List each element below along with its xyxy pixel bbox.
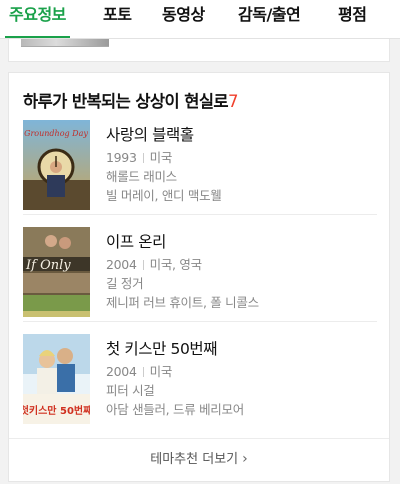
tab-director-cast[interactable]: 감독/출연	[238, 0, 301, 38]
previous-thumbnail[interactable]	[21, 39, 109, 47]
chevron-right-icon: ›	[242, 451, 248, 467]
more-label: 테마추천 더보기	[150, 452, 239, 467]
tab-bar: 주요정보 포토 동영상 감독/출연 평점	[0, 0, 400, 39]
movie-title[interactable]: 사랑의 블랙홀	[106, 123, 222, 147]
tab-main-info[interactable]: 주요정보	[5, 0, 70, 38]
poster-text: Groundhog Day	[24, 129, 88, 138]
movie-item[interactable]: Groundhog Day 사랑의 블랙홀 1993 미국 해롤드 래미스 빌 머…	[23, 120, 377, 215]
movie-item[interactable]: 첫키스만 50번째 첫 키스만 50번째 2004 미국 피터 시걸 아담 샌들러…	[23, 334, 377, 429]
movie-poster[interactable]: If Only	[23, 227, 90, 317]
poster-50-first-dates: 첫키스만 50번째	[23, 334, 90, 424]
movie-title[interactable]: 첫 키스만 50번째	[106, 337, 244, 361]
movie-year-country: 2004 미국	[106, 364, 173, 379]
tab-rating[interactable]: 평점	[338, 0, 367, 38]
movie-poster[interactable]: Groundhog Day	[23, 120, 90, 210]
theme-count: 7	[227, 92, 239, 111]
theme-title-text: 하루가 반복되는 상상이 현실로	[23, 92, 229, 111]
movie-title[interactable]: 이프 온리	[106, 230, 259, 254]
poster-groundhog-day: Groundhog Day	[23, 120, 90, 210]
poster-text: If Only	[25, 258, 71, 273]
theme-recommendation-card: 하루가 반복되는 상상이 현실로7 Groundhog Day 사랑의 블랙홀	[8, 72, 390, 482]
poster-text: 첫키스만 50번째	[23, 404, 90, 417]
movie-cast: 제니퍼 러브 휴이트, 폴 니콜스	[106, 295, 259, 310]
movie-year-country: 2004 미국, 영국	[106, 257, 202, 272]
movie-poster[interactable]: 첫키스만 50번째	[23, 334, 90, 424]
movie-director: 피터 시걸	[106, 383, 155, 398]
movie-cast: 아담 샌들러, 드류 베리모어	[106, 402, 244, 417]
movie-year-country: 1993 미국	[106, 150, 173, 165]
tab-video[interactable]: 동영상	[162, 0, 205, 38]
theme-more-button[interactable]: 테마추천 더보기 ›	[9, 438, 389, 481]
movie-item[interactable]: If Only 이프 온리 2004 미국, 영국 길 정거 제니퍼 러브 휴이트…	[23, 227, 377, 322]
movie-director: 길 정거	[106, 276, 144, 291]
poster-if-only: If Only	[23, 227, 90, 317]
movie-cast: 빌 머레이, 앤디 맥도웰	[106, 188, 222, 203]
movie-director: 해롤드 래미스	[106, 169, 177, 184]
previous-section-card	[8, 39, 390, 62]
tab-photo[interactable]: 포토	[103, 0, 132, 38]
theme-title: 하루가 반복되는 상상이 현실로7	[23, 88, 238, 112]
